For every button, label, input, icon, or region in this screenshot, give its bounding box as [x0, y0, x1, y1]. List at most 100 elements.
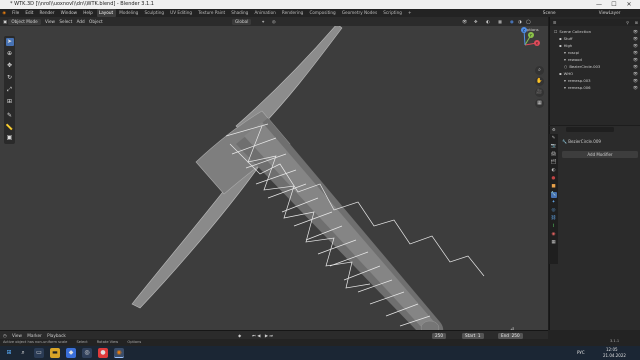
- menu-edit[interactable]: Edit: [23, 9, 36, 17]
- file-explorer-icon[interactable]: ▬: [50, 348, 60, 358]
- outliner-row[interactable]: ▾ remesp.006 👁: [550, 84, 640, 91]
- tab-shading[interactable]: Shading: [229, 9, 251, 17]
- blender-logo-icon[interactable]: ◉: [0, 9, 8, 17]
- navigation-gizmo[interactable]: X Y Z: [507, 27, 543, 63]
- tool-tab-icon[interactable]: ✎: [551, 136, 557, 142]
- menu-render[interactable]: Render: [37, 9, 57, 17]
- add-menu[interactable]: Add: [77, 19, 85, 24]
- shading-solid-icon[interactable]: ●: [510, 17, 514, 26]
- visibility-eye-icon[interactable]: 👁: [633, 28, 638, 35]
- xray-toggle-icon[interactable]: ▦: [498, 17, 502, 26]
- visibility-eye-icon[interactable]: 👁: [633, 84, 638, 91]
- measure-tool-icon[interactable]: 📏: [6, 124, 14, 132]
- outliner-row[interactable]: ▾ roscpi 👁: [550, 49, 640, 56]
- tab-sculpting[interactable]: Sculpting: [142, 9, 166, 17]
- outliner-row[interactable]: ▪ Stuff 👁: [550, 35, 640, 42]
- filter-icon[interactable]: ⚲: [626, 19, 629, 26]
- shading-rendered-icon[interactable]: ◯: [526, 17, 531, 26]
- constraints-tab-icon[interactable]: ⛓: [551, 216, 557, 222]
- timeline-editor-icon[interactable]: ◷: [3, 333, 7, 338]
- menu-window[interactable]: Window: [58, 9, 79, 17]
- outliner-row[interactable]: ▾ rewood 👁: [550, 56, 640, 63]
- visibility-eye-icon[interactable]: 👁: [633, 56, 638, 63]
- tab-rendering[interactable]: Rendering: [280, 9, 306, 17]
- scene-selector[interactable]: Scene: [538, 9, 560, 17]
- properties-editor-icon[interactable]: ⚙: [552, 127, 556, 132]
- clock-time[interactable]: 12:05: [606, 347, 618, 352]
- select-menu[interactable]: Select: [59, 19, 72, 24]
- clock-date[interactable]: 21.04.2022: [603, 353, 626, 358]
- rotate-tool-icon[interactable]: ↻: [6, 74, 14, 82]
- tab-uv-editing[interactable]: UV Editing: [168, 9, 195, 17]
- proportional-edit-icon[interactable]: ◎: [272, 17, 276, 26]
- move-tool-icon[interactable]: ✥: [6, 62, 14, 70]
- data-tab-icon[interactable]: ⌇: [551, 224, 557, 230]
- add-modifier-button[interactable]: Add Modifier: [562, 151, 638, 158]
- modifier-tab-icon[interactable]: 🔧: [550, 192, 557, 198]
- visibility-eye-icon[interactable]: 👁: [633, 42, 638, 49]
- transform-tool-icon[interactable]: ⊞: [6, 98, 14, 106]
- task-view-icon[interactable]: ▭: [34, 348, 44, 358]
- maximize-button[interactable]: ☐: [607, 0, 621, 9]
- visibility-eye-icon[interactable]: 👁: [633, 70, 638, 77]
- blender-taskbar-icon[interactable]: ◉: [114, 348, 124, 358]
- tab-modeling[interactable]: Modeling: [117, 9, 141, 17]
- tab-texture-paint[interactable]: Texture Paint: [196, 9, 228, 17]
- particles-tab-icon[interactable]: ✦: [551, 200, 557, 206]
- scene-tab-icon[interactable]: ◐: [551, 168, 557, 174]
- ortho-toggle-icon[interactable]: ▦: [535, 99, 544, 108]
- shading-material-icon[interactable]: ◑: [518, 17, 522, 26]
- visibility-icon[interactable]: 👁: [462, 17, 467, 26]
- pan-icon[interactable]: ✋: [535, 77, 544, 86]
- world-tab-icon[interactable]: ●: [551, 176, 557, 182]
- menu-file[interactable]: File: [10, 9, 22, 17]
- windows-start-icon[interactable]: ⊞: [4, 348, 14, 358]
- 3d-viewport[interactable]: Options ⊿: [0, 26, 548, 330]
- outliner-editor-icon[interactable]: ☰: [553, 20, 556, 25]
- visibility-eye-icon[interactable]: 👁: [633, 77, 638, 84]
- visibility-eye-icon[interactable]: 👁: [633, 35, 638, 42]
- view-layer-tab-icon[interactable]: 🗂: [551, 160, 557, 166]
- add-workspace-button[interactable]: +: [406, 9, 414, 17]
- properties-search-input[interactable]: [566, 127, 614, 132]
- scale-tool-icon[interactable]: ⤢: [6, 86, 14, 94]
- app-blue-icon[interactable]: ◆: [66, 348, 76, 358]
- render-tab-icon[interactable]: 📷: [551, 144, 557, 150]
- editor-type-icon[interactable]: ▣: [3, 19, 7, 24]
- taskbar-search-icon[interactable]: ⌕: [18, 348, 28, 358]
- view-menu[interactable]: View: [45, 19, 55, 24]
- tab-geometry-nodes[interactable]: Geometry Nodes: [339, 9, 379, 17]
- tab-layout[interactable]: Layout: [96, 9, 116, 17]
- annotate-tool-icon[interactable]: ✎: [6, 112, 14, 120]
- gizmo-toggle-icon[interactable]: ✥: [474, 17, 478, 26]
- mode-dropdown[interactable]: Object Mode: [8, 19, 41, 25]
- keyboard-language[interactable]: РУС: [577, 350, 585, 355]
- timeline-playback-menu[interactable]: Playback: [47, 333, 66, 338]
- texture-tab-icon[interactable]: ▦: [551, 240, 557, 246]
- outliner-row[interactable]: ○ BezierCircle.003 👁: [550, 63, 640, 70]
- minimize-button[interactable]: —: [592, 0, 606, 9]
- orientation-dropdown[interactable]: Global: [232, 18, 252, 25]
- camera-view-icon[interactable]: 🎥: [535, 88, 544, 97]
- new-collection-icon[interactable]: ⊞: [635, 19, 638, 26]
- outliner-row[interactable]: ▪ WHO 👁: [550, 70, 640, 77]
- timeline-marker-menu[interactable]: Marker: [27, 333, 41, 338]
- add-cube-tool-icon[interactable]: ▣: [6, 134, 14, 142]
- timeline-view-menu[interactable]: View: [12, 333, 22, 338]
- tab-compositing[interactable]: Compositing: [307, 9, 338, 17]
- material-tab-icon[interactable]: ◉: [551, 232, 557, 238]
- snap-icon[interactable]: ⌖: [262, 17, 264, 26]
- object-menu[interactable]: Object: [89, 19, 103, 24]
- outliner-row[interactable]: ☐ Scene Collection 👁: [550, 28, 640, 35]
- visibility-eye-icon[interactable]: 👁: [633, 49, 638, 56]
- outliner-row[interactable]: ▪ High 👁: [550, 42, 640, 49]
- browser-icon[interactable]: ●: [98, 348, 108, 358]
- viewlayer-selector[interactable]: ViewLayer: [594, 9, 625, 17]
- zoom-icon[interactable]: ⌕: [535, 66, 544, 75]
- overlay-toggle-icon[interactable]: ◐: [486, 17, 490, 26]
- object-tab-icon[interactable]: ■: [551, 184, 557, 190]
- tab-scripting[interactable]: Scripting: [381, 9, 404, 17]
- select-tool-icon[interactable]: ➤: [5, 38, 14, 46]
- output-tab-icon[interactable]: 🖨: [551, 152, 557, 158]
- outliner-row[interactable]: ▾ remesp.003 👁: [550, 77, 640, 84]
